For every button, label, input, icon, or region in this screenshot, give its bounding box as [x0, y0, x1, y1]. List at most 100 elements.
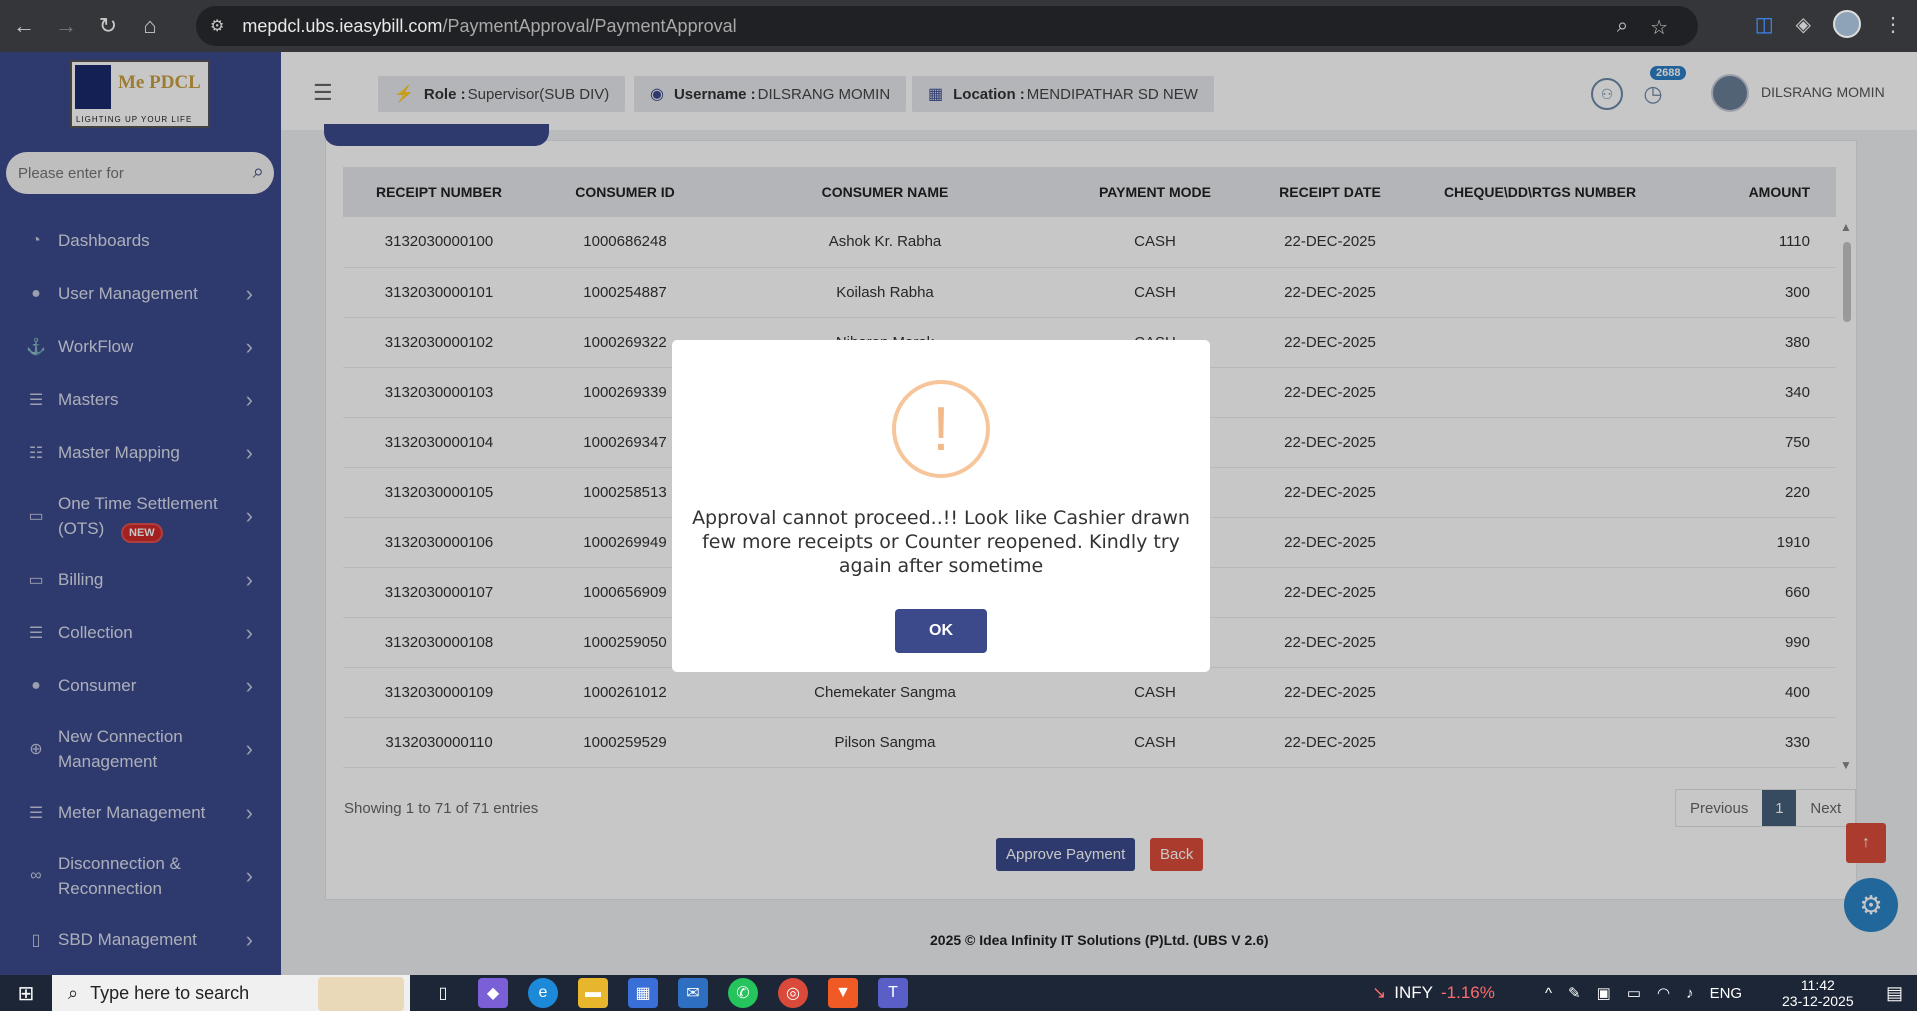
pen-icon[interactable]: ✎ [1568, 984, 1581, 1002]
sidebar-item-sbd-management[interactable]: ▯ SBD Management › [0, 913, 281, 966]
users-group-icon[interactable]: ⚇ [1591, 78, 1623, 110]
brave-icon[interactable]: ▼ [828, 978, 858, 1008]
whatsapp-icon[interactable]: ✆ [728, 978, 758, 1008]
role-value: Supervisor(SUB DIV) [467, 85, 610, 103]
approve-payment-button[interactable]: Approve Payment [996, 838, 1136, 871]
site-settings-icon[interactable]: ⚙ [210, 16, 224, 36]
chrome-icon[interactable]: ◎ [778, 978, 808, 1008]
chevron-right-icon: › [245, 736, 253, 761]
windows-start-icon[interactable]: ⊞ [0, 975, 52, 1011]
scroll-down-arrow-icon[interactable]: ▼ [1840, 758, 1852, 772]
pager-previous[interactable]: Previous [1676, 790, 1762, 826]
location-label: Location : [953, 85, 1025, 103]
table-cell: CASH [1055, 667, 1255, 718]
sidebar-item-label: Collection [58, 623, 133, 642]
stock-widget[interactable]: ↘ INFY -1.16% [1372, 975, 1495, 1011]
table-scrollbar[interactable] [1843, 242, 1851, 322]
ms-store-icon[interactable]: ▦ [628, 978, 658, 1008]
windows-taskbar: ⊞ ⌕ Type here to search ▯ ◆ e ▬ ▦ ✉ ✆ ◎ … [0, 975, 1917, 1011]
zoom-icon[interactable]: ⌕ [1617, 15, 1628, 40]
table-cell: 1910 [1675, 517, 1836, 568]
pager-next[interactable]: Next [1796, 790, 1855, 826]
table-cell: 22-DEC-2025 [1255, 517, 1405, 568]
sidebar-item-one-time-settlement-ots[interactable]: ▭ One Time Settlement (OTS) NEW › [0, 479, 281, 553]
edge-browser-icon[interactable]: e [528, 978, 558, 1008]
profile-avatar[interactable] [1833, 10, 1861, 38]
search-icon[interactable]: ⌕ [253, 161, 264, 184]
sidebar-item-collection[interactable]: ☰ Collection › [0, 606, 281, 659]
sidebar-item-dashboards[interactable]: ◔ Dashboards [0, 214, 281, 267]
taskbar-search[interactable]: ⌕ Type here to search [52, 975, 410, 1011]
file-explorer-icon[interactable]: ▬ [578, 978, 608, 1008]
task-view-icon[interactable]: ▯ [428, 978, 458, 1008]
back-button[interactable]: Back [1150, 838, 1204, 871]
extension-icon[interactable]: ◫ [1755, 12, 1774, 37]
table-row[interactable]: 3132030000100 1000686248 Ashok Kr. Rabha CA… [343, 217, 1836, 268]
table-row[interactable]: 3132030000101 1000254887 Koilash Rabha CASH… [343, 267, 1836, 318]
chevron-right-icon: › [245, 619, 253, 645]
table-cell: 3132030000100 [343, 217, 535, 268]
settings-fab-button[interactable]: ⚙ [1844, 878, 1898, 932]
column-header[interactable]: AMOUNT [1675, 167, 1836, 217]
battery-icon[interactable]: ▭ [1627, 984, 1641, 1002]
server-icon: ☰ [28, 391, 44, 409]
column-header[interactable]: CONSUMER NAME [715, 167, 1055, 217]
table-row[interactable]: 3132030000110 1000259529 Pilson Sangma CASH… [343, 717, 1836, 768]
forward-arrow-icon[interactable]: → [48, 8, 84, 44]
sidebar-search-input[interactable] [18, 164, 238, 182]
stock-change: -1.16% [1440, 983, 1495, 1002]
top-header: ☰ ⚡ Role : Supervisor(SUB DIV) ◉ Usernam… [281, 52, 1917, 130]
bookmark-star-icon[interactable]: ☆ [1650, 15, 1668, 40]
column-header[interactable]: RECEIPT NUMBER [343, 167, 535, 217]
clock-icon[interactable]: ◷ [1637, 78, 1669, 110]
logo[interactable]: Me PDCL LIGHTING UP YOUR LIFE [70, 60, 210, 128]
address-bar[interactable]: ⚙ mepdcl.ubs.ieasybill.com/PaymentApprov… [196, 6, 1698, 46]
table-cell: 1000686248 [535, 217, 715, 268]
language-indicator[interactable]: ENG [1710, 985, 1743, 1002]
table-cell: 3132030000104 [343, 417, 535, 468]
sidebar-item-user-management[interactable]: ● User Management › [0, 267, 281, 320]
column-header[interactable]: CHEQUE\DD\RTGS NUMBER [1405, 167, 1675, 217]
volume-icon[interactable]: ♪ [1686, 985, 1694, 1002]
table-cell: 3132030000106 [343, 517, 535, 568]
hamburger-icon[interactable]: ☰ [313, 80, 333, 106]
notification-center-icon[interactable]: ▤ [1886, 983, 1903, 1004]
avatar[interactable] [1711, 74, 1749, 112]
taskbar-clock[interactable]: 11:42 23-12-2025 [1782, 977, 1854, 1009]
sidebar-item-consumer[interactable]: ● Consumer › [0, 659, 281, 712]
table-cell: 1000254887 [535, 267, 715, 318]
table-cell: 400 [1675, 667, 1836, 718]
scroll-up-arrow-icon[interactable]: ▲ [1840, 220, 1852, 234]
home-icon[interactable]: ⌂ [132, 8, 168, 44]
mobile-icon: ▯ [31, 931, 41, 949]
sidebar-item-label: Masters [58, 390, 119, 409]
ok-button[interactable]: OK [895, 609, 987, 653]
sidebar-item-new-connection-management[interactable]: ⊕ New Connection Management › [0, 712, 281, 786]
wifi-icon[interactable]: ◠ [1657, 984, 1670, 1002]
building-icon: ▦ [928, 86, 944, 103]
sidebar-item-master-mapping[interactable]: ☷ Master Mapping › [0, 426, 281, 479]
extensions-puzzle-icon[interactable]: ◈ [1796, 12, 1811, 37]
column-header[interactable]: CONSUMER ID [535, 167, 715, 217]
meet-now-icon[interactable]: ▣ [1597, 984, 1611, 1002]
outlook-icon[interactable]: ✉ [678, 978, 708, 1008]
reload-icon[interactable]: ↻ [90, 8, 126, 44]
header-user-name[interactable]: DILSRANG MOMIN [1761, 84, 1885, 100]
chevron-up-icon[interactable]: ^ [1545, 985, 1552, 1002]
column-header[interactable]: RECEIPT DATE [1255, 167, 1405, 217]
table-cell [1405, 317, 1675, 368]
back-arrow-icon[interactable]: ← [6, 8, 42, 44]
column-header[interactable]: PAYMENT MODE [1055, 167, 1255, 217]
sidebar-item-masters[interactable]: ☰ Masters › [0, 373, 281, 426]
teams-icon[interactable]: T [878, 978, 908, 1008]
taskbar-search-placeholder: Type here to search [90, 982, 250, 1003]
scroll-to-top-button[interactable]: ↑ [1846, 823, 1886, 863]
sidebar-item-workflow[interactable]: ⚓ WorkFlow › [0, 320, 281, 373]
browser-menu-icon[interactable]: ⋮ [1883, 12, 1903, 37]
table-row[interactable]: 3132030000109 1000261012 Chemekater Sangma… [343, 667, 1836, 718]
sidebar-item-disconnection-reconnection[interactable]: ∞ Disconnection & Reconnection › [0, 839, 281, 913]
pager-page-1[interactable]: 1 [1762, 790, 1797, 826]
sidebar-item-meter-management[interactable]: ☰ Meter Management › [0, 786, 281, 839]
copilot-icon[interactable]: ◆ [478, 978, 508, 1008]
sidebar-item-billing[interactable]: ▭ Billing › [0, 553, 281, 606]
